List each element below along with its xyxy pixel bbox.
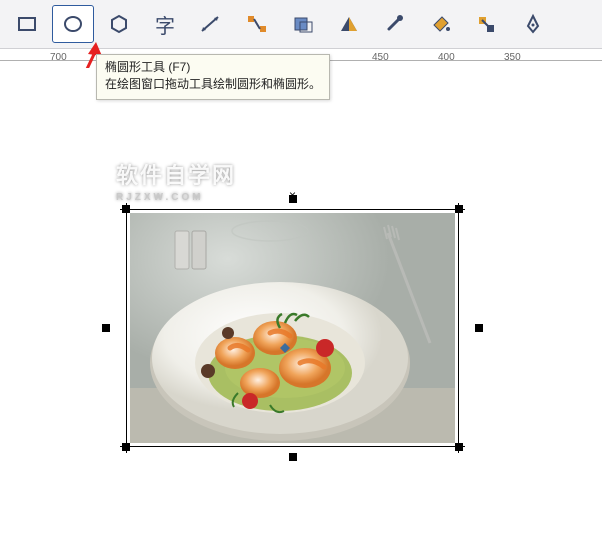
connector-tool[interactable]: [236, 5, 278, 43]
ruler-mark: 400: [438, 52, 455, 63]
tooltip-desc: 在绘图窗口拖动工具绘制圆形和椭圆形。: [105, 76, 321, 93]
paintbucket-tool[interactable]: [420, 5, 462, 43]
ruler-mark: 700: [50, 52, 67, 63]
food-photo: [130, 213, 455, 443]
tooltip-title: 椭圆形工具 (F7): [105, 59, 321, 76]
ruler-mark: 450: [372, 52, 389, 63]
toolbar: 字: [0, 0, 602, 49]
interactive-tool[interactable]: [466, 5, 508, 43]
selection-border: [120, 209, 465, 210]
selection-border: [120, 446, 465, 447]
selected-image[interactable]: ×: [130, 213, 455, 443]
tooltip: 椭圆形工具 (F7) 在绘图窗口拖动工具绘制圆形和椭圆形。: [96, 54, 330, 100]
resize-handle-sw[interactable]: [122, 443, 130, 451]
resize-handle-ne[interactable]: [455, 205, 463, 213]
resize-handle-se[interactable]: [455, 443, 463, 451]
transparency-tool[interactable]: [328, 5, 370, 43]
resize-handle-nw[interactable]: [122, 205, 130, 213]
selection-border: [126, 203, 127, 453]
selection-border: [458, 203, 459, 453]
canvas-area[interactable]: 软件自学网 RJZXW.COM: [0, 68, 602, 534]
text-tool[interactable]: 字: [144, 5, 186, 43]
resize-handle-s[interactable]: [289, 453, 297, 461]
resize-handle-e[interactable]: [475, 324, 483, 332]
pen-tool[interactable]: [512, 5, 554, 43]
ruler-mark: 350: [504, 52, 521, 63]
eyedropper-tool[interactable]: [374, 5, 416, 43]
resize-handle-w[interactable]: [102, 324, 110, 332]
ellipse-tool[interactable]: [52, 5, 94, 43]
rectangle-tool[interactable]: [6, 5, 48, 43]
text-tool-label: 字: [155, 10, 175, 39]
dimension-tool[interactable]: [190, 5, 232, 43]
polygon-tool[interactable]: [98, 5, 140, 43]
effects-tool[interactable]: [282, 5, 324, 43]
resize-handle-n[interactable]: [289, 195, 297, 203]
